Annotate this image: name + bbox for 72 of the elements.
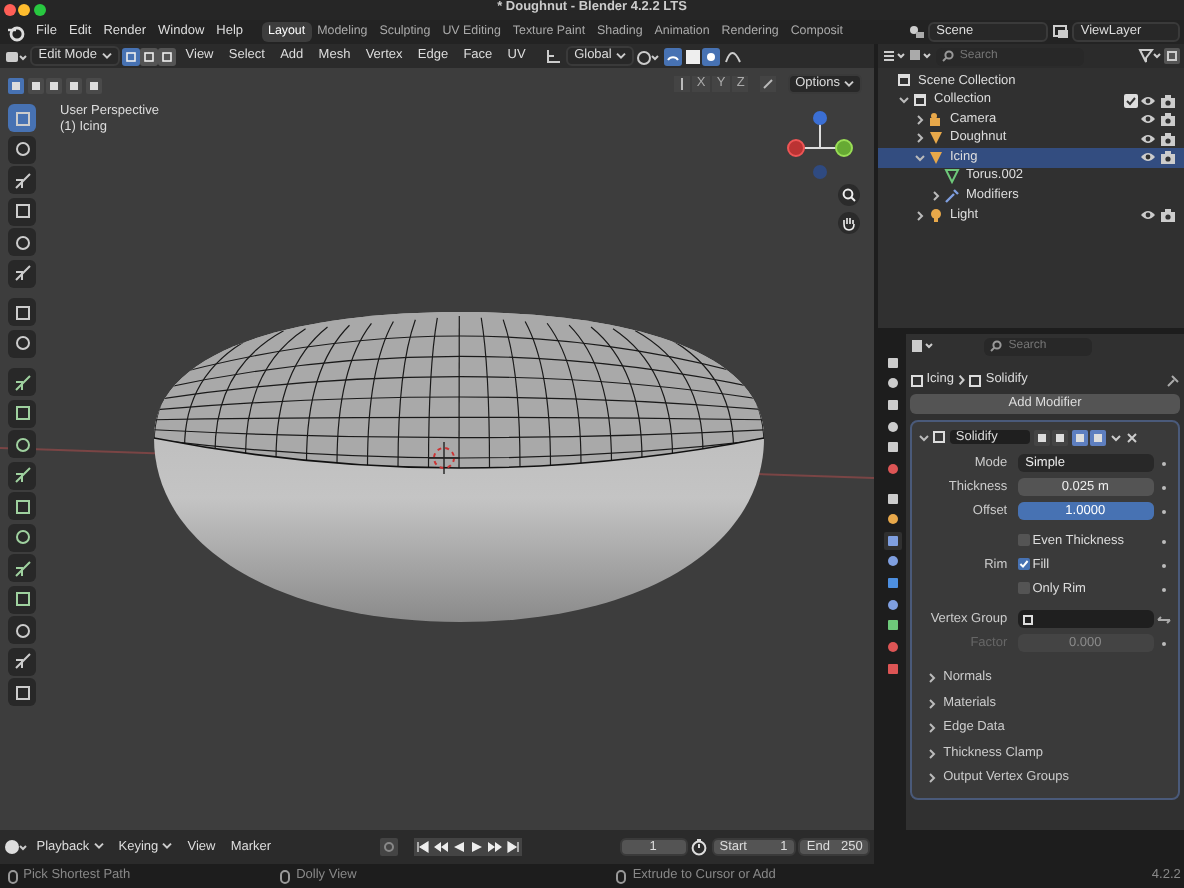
- dropdown-icon[interactable]: [1110, 431, 1122, 443]
- modifiers-icon: [944, 187, 960, 204]
- extrude-tool-button[interactable]: [8, 368, 36, 396]
- editor-type-icon[interactable]: [3, 47, 28, 65]
- cursor-tool-button[interactable]: [8, 135, 36, 163]
- loop-cut-tool-button[interactable]: [8, 461, 36, 489]
- search-icon: [941, 50, 954, 62]
- camera-icon[interactable]: [1160, 93, 1176, 108]
- scale-tool-button[interactable]: [8, 228, 36, 256]
- outliner-editor-icon[interactable]: [881, 48, 906, 64]
- bevel-tool-button[interactable]: [8, 430, 36, 458]
- camera-icon: [928, 111, 944, 128]
- caret-icon: [93, 842, 104, 851]
- knife-tool-button[interactable]: [8, 492, 36, 520]
- shrink-tool-button[interactable]: [8, 616, 36, 644]
- checkbox[interactable]: [1017, 534, 1030, 547]
- select-box-tool-button[interactable]: [8, 104, 36, 132]
- invert-icon[interactable]: [1155, 613, 1172, 625]
- 3d-cursor-icon: [427, 441, 461, 475]
- close-icon[interactable]: [1125, 431, 1138, 443]
- mouse-icon: [616, 869, 627, 883]
- vertex-group-field[interactable]: [1017, 610, 1154, 628]
- checkbox-icon[interactable]: [1123, 93, 1138, 108]
- eye-icon[interactable]: [1140, 208, 1157, 223]
- eye-icon[interactable]: [1140, 93, 1157, 108]
- pivot-icon[interactable]: [636, 47, 661, 65]
- spin-tool-button[interactable]: [8, 554, 36, 582]
- new-collection-icon[interactable]: [1164, 48, 1181, 64]
- minimize-button[interactable]: [18, 4, 31, 16]
- annotate-tool-button[interactable]: [8, 298, 36, 326]
- eye-icon[interactable]: [1140, 131, 1157, 146]
- poly-build-tool-button[interactable]: [8, 523, 36, 551]
- display-mode-icon[interactable]: [908, 48, 933, 64]
- light-icon: [928, 207, 944, 224]
- caret-icon: [162, 842, 173, 851]
- eye-icon[interactable]: [1140, 150, 1157, 165]
- mouse-icon: [7, 869, 18, 883]
- rip-tool-button[interactable]: [8, 678, 36, 706]
- camera-icon[interactable]: [1160, 112, 1176, 127]
- falloff-icon[interactable]: [723, 48, 742, 64]
- checkbox[interactable]: [1017, 582, 1030, 595]
- move-tool-button[interactable]: [8, 166, 36, 194]
- camera-icon[interactable]: [1160, 131, 1176, 146]
- zoom-icon[interactable]: [838, 184, 860, 206]
- proportional-edit-icon[interactable]: [702, 47, 721, 65]
- properties-editor-icon[interactable]: [909, 338, 934, 354]
- rotate-tool-button[interactable]: [8, 197, 36, 225]
- caret-icon: [615, 51, 626, 60]
- timeline-editor-icon[interactable]: [3, 838, 28, 856]
- mouse-icon: [280, 869, 291, 883]
- eye-icon[interactable]: [1140, 112, 1157, 127]
- caret-icon: [844, 79, 854, 88]
- inset-tool-button[interactable]: [8, 399, 36, 427]
- maximize-button[interactable]: [33, 4, 46, 16]
- camera-icon[interactable]: [1160, 150, 1176, 165]
- hand-icon[interactable]: [838, 212, 860, 234]
- close-button[interactable]: [3, 4, 16, 16]
- camera-icon[interactable]: [1160, 208, 1176, 223]
- chevron-icon: [957, 374, 966, 386]
- search-icon: [990, 340, 1003, 352]
- layers-icon[interactable]: [1051, 23, 1070, 40]
- filter-icon[interactable]: [1137, 48, 1162, 64]
- checkbox[interactable]: [1017, 558, 1030, 571]
- select-box-icon: [13, 109, 31, 127]
- smooth-tool-button[interactable]: [8, 585, 36, 613]
- measure-tool-button[interactable]: [8, 329, 36, 357]
- orientation-icon: [546, 48, 563, 64]
- caret-icon: [101, 51, 112, 60]
- shear-tool-button[interactable]: [8, 647, 36, 675]
- blender-logo-icon[interactable]: [6, 23, 26, 41]
- stopwatch-icon[interactable]: [690, 838, 709, 856]
- transform-tool-button[interactable]: [8, 259, 36, 287]
